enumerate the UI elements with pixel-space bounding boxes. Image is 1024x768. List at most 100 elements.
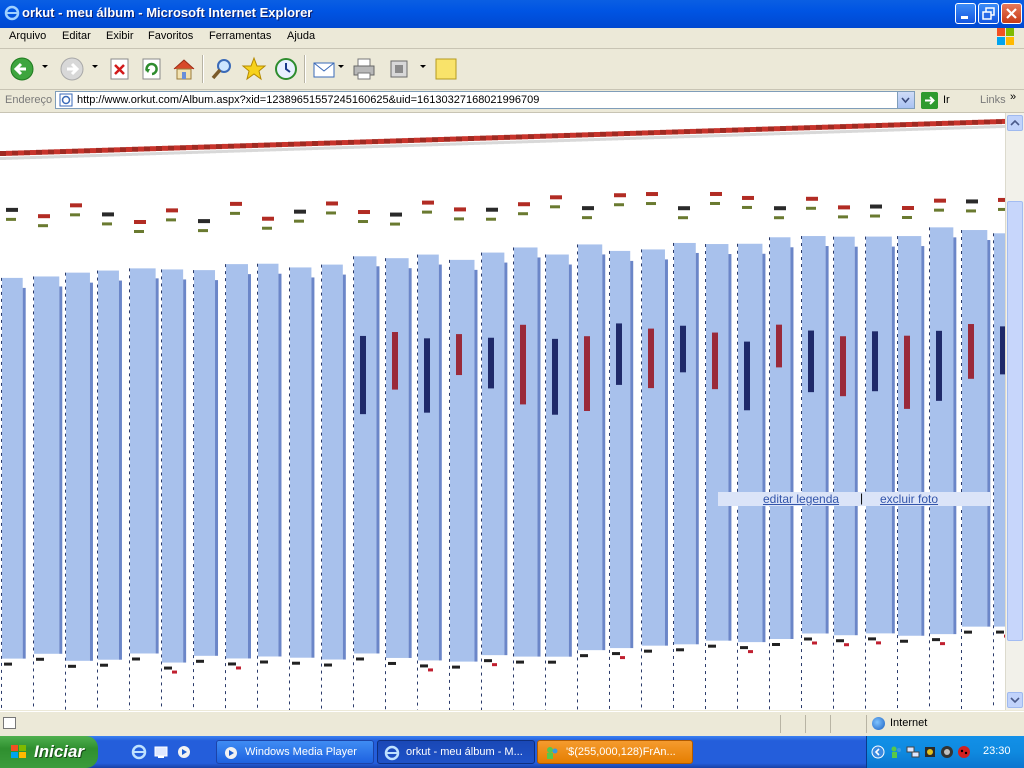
menu-exibir[interactable]: Exibir	[106, 30, 134, 42]
print-button[interactable]	[350, 55, 378, 83]
menu-arquivo[interactable]: Arquivo	[9, 30, 46, 42]
smear-dot	[225, 621, 226, 625]
smear-dot	[417, 541, 418, 545]
smear-dot	[609, 446, 610, 450]
stop-button[interactable]	[106, 55, 134, 83]
smear-dot	[961, 510, 962, 514]
smear-dot	[417, 275, 418, 279]
start-button[interactable]: Iniciar	[0, 736, 98, 768]
smear-dot	[577, 356, 578, 360]
smear-dot	[161, 290, 162, 294]
messenger-button[interactable]	[432, 55, 460, 83]
smear-dot	[993, 471, 994, 475]
smear-dot	[641, 284, 642, 288]
smear-dot	[961, 699, 962, 703]
smear-dot	[289, 484, 290, 488]
network-tray-icon[interactable]	[906, 745, 920, 759]
go-button[interactable]: Ir	[921, 92, 971, 110]
history-button[interactable]	[272, 55, 300, 83]
smear-dot	[385, 363, 386, 367]
smear-band	[330, 146, 336, 150]
menu-editar[interactable]: Editar	[62, 30, 91, 42]
smear-dot	[705, 664, 706, 668]
back-button[interactable]	[8, 55, 36, 83]
smear-dot	[737, 523, 738, 527]
ie-quicklaunch-icon[interactable]	[131, 744, 147, 760]
smear-dot	[705, 258, 706, 262]
smear-fragment	[934, 198, 946, 203]
smear-dot	[65, 279, 66, 283]
menu-ferramentas[interactable]: Ferramentas	[209, 30, 271, 42]
forward-dropdown-icon[interactable]	[92, 65, 98, 68]
smear-dot	[865, 565, 866, 569]
smear-band	[774, 132, 780, 136]
smear-dot	[833, 341, 834, 345]
scroll-up-button[interactable]	[1007, 115, 1023, 131]
mail-dropdown-icon[interactable]	[338, 65, 344, 68]
antivirus-tray-icon[interactable]	[940, 745, 954, 759]
title-bar[interactable]: orkut - meu álbum - Microsoft Internet E…	[0, 0, 1024, 28]
smear-dot	[385, 384, 386, 388]
smear-dot	[897, 565, 898, 569]
smear-band	[702, 134, 708, 138]
refresh-button[interactable]	[138, 55, 166, 83]
smear-dot	[193, 452, 194, 456]
links-label[interactable]: Links	[980, 94, 1006, 106]
ladybug-tray-icon[interactable]	[957, 745, 971, 759]
smear-dot	[65, 664, 66, 668]
smear-dot	[129, 317, 130, 321]
smear-dot	[161, 416, 162, 420]
messenger-tray-icon[interactable]	[889, 745, 903, 759]
smear-dot	[321, 432, 322, 436]
smear-band	[294, 141, 300, 147]
delete-photo-link[interactable]: excluir foto	[880, 492, 938, 506]
address-dropdown-button[interactable]	[897, 92, 914, 108]
address-input[interactable]: http://www.orkut.com/Album.aspx?xid=1238…	[55, 91, 915, 109]
smear-dot	[641, 305, 642, 309]
smear-dot	[353, 389, 354, 393]
smear-dot	[481, 651, 482, 655]
forward-button[interactable]	[58, 55, 86, 83]
minimize-button[interactable]	[955, 3, 976, 24]
back-dropdown-icon[interactable]	[42, 65, 48, 68]
edit-button[interactable]	[386, 55, 414, 83]
smear-dot	[321, 516, 322, 520]
smear-dot	[225, 551, 226, 555]
scroll-thumb[interactable]	[1007, 201, 1023, 641]
close-button[interactable]	[1001, 3, 1022, 24]
windows-flag-icon	[11, 745, 26, 758]
desktop-quicklaunch-icon[interactable]	[153, 744, 169, 760]
links-chevron-icon[interactable]: »	[1010, 91, 1016, 103]
smear-dot	[961, 307, 962, 311]
smear-dot	[449, 686, 450, 690]
smear-dot	[833, 705, 834, 709]
edit-caption-link[interactable]: editar legenda	[763, 492, 839, 506]
smear-dot	[1, 473, 2, 477]
mail-button[interactable]	[310, 55, 338, 83]
search-button[interactable]	[208, 55, 236, 83]
task-messenger-chat[interactable]: '$(255,000,128)FrAn...	[537, 740, 693, 764]
smear-dot	[417, 338, 418, 342]
home-button[interactable]	[170, 55, 198, 83]
menu-favoritos[interactable]: Favoritos	[148, 30, 193, 42]
smear-dot	[801, 684, 802, 688]
restore-button[interactable]	[978, 3, 999, 24]
smear-dot	[97, 326, 98, 330]
smear-dot	[385, 678, 386, 682]
smear-dot	[225, 572, 226, 576]
vertical-scrollbar[interactable]	[1005, 113, 1024, 710]
smear-band	[606, 131, 612, 137]
tray-expand-icon[interactable]	[871, 745, 885, 759]
security-tray-icon[interactable]	[923, 745, 937, 759]
smear-band	[672, 135, 678, 139]
smear-dot	[161, 346, 162, 350]
task-orkut-album[interactable]: orkut - meu álbum - M...	[377, 740, 535, 764]
smear-dot	[321, 656, 322, 660]
smear-dot	[65, 496, 66, 500]
scroll-down-button[interactable]	[1007, 692, 1023, 708]
edit-dropdown-icon[interactable]	[420, 65, 426, 68]
favorites-button[interactable]	[240, 55, 268, 83]
media-player-quicklaunch-icon[interactable]	[176, 744, 192, 760]
menu-ajuda[interactable]: Ajuda	[287, 30, 315, 42]
task-windows-media-player[interactable]: Windows Media Player	[216, 740, 374, 764]
